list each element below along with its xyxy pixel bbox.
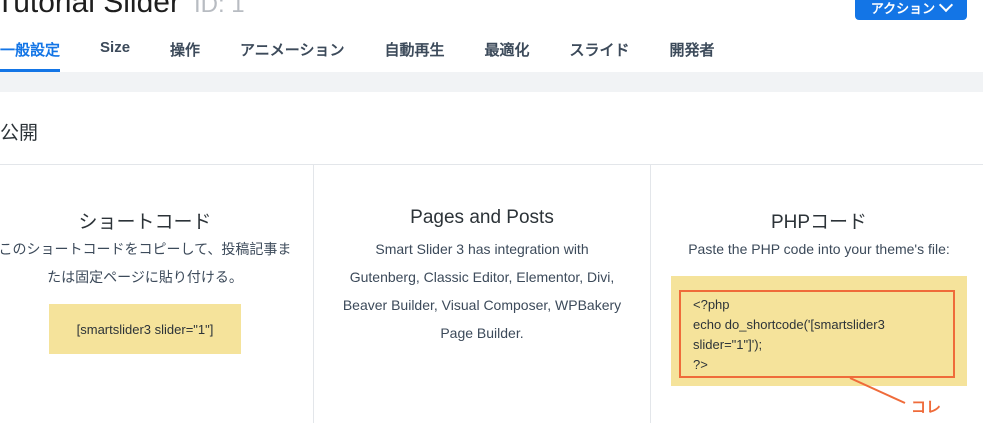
annotation-label: コレ: [911, 399, 942, 416]
annotation-arrow: [849, 377, 906, 404]
annotation-line: [849, 377, 906, 404]
